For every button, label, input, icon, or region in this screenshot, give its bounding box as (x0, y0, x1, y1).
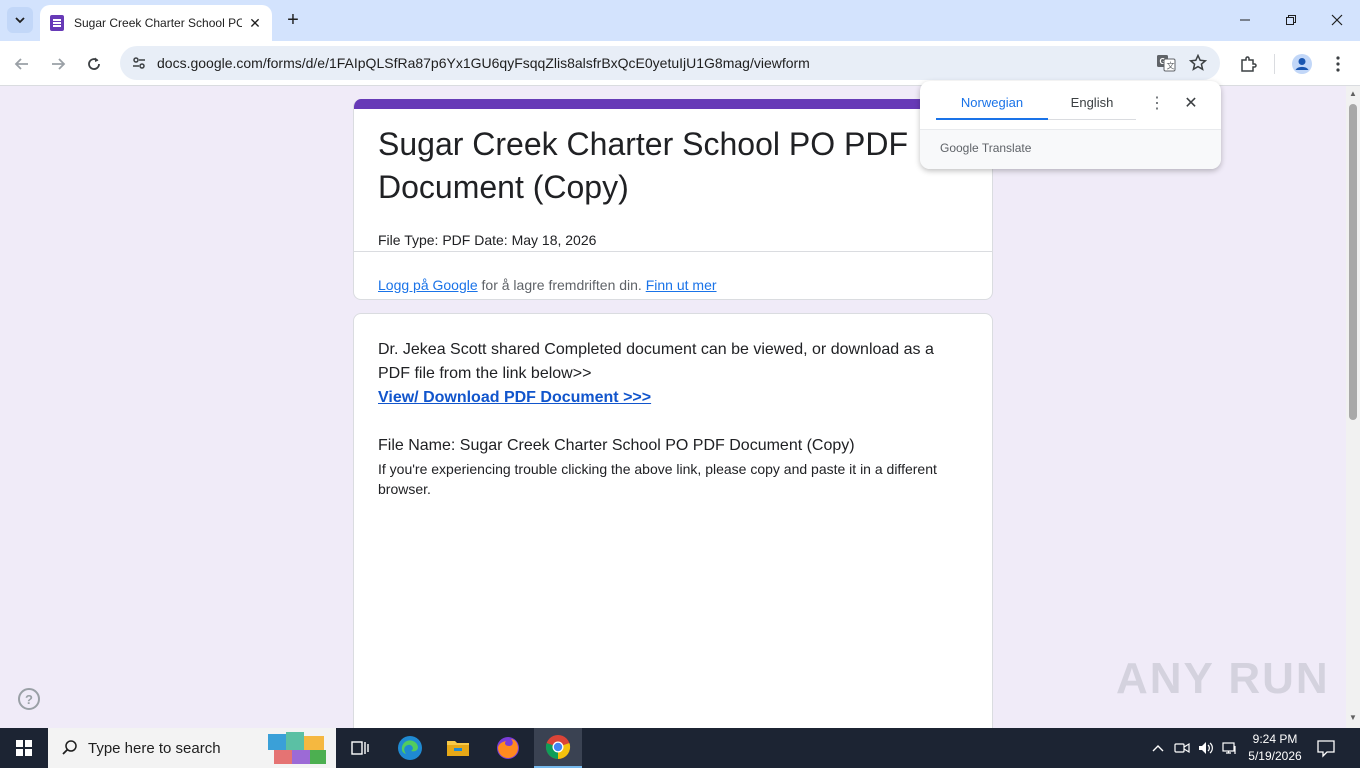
task-view-button[interactable] (336, 728, 384, 768)
anyrun-watermark: ANY RUN (1116, 654, 1330, 703)
taskbar-search[interactable]: Type here to search (48, 728, 336, 768)
form-header-card: Sugar Creek Charter School PO PDF Docume… (353, 99, 993, 300)
bookmark-star-icon[interactable] (1187, 52, 1209, 74)
close-window-button[interactable] (1314, 0, 1360, 40)
file-name-text: File Name: Sugar Creek Charter School PO… (378, 437, 855, 454)
new-tab-button[interactable]: + (282, 9, 304, 31)
signin-link[interactable]: Logg på Google (378, 277, 478, 293)
kebab-menu-icon (1336, 56, 1340, 72)
tab-title: Sugar Creek Charter School PO PDF Docume… (74, 16, 242, 30)
browser-toolbar: docs.google.com/forms/d/e/1FAIpQLSfRa87p… (0, 41, 1360, 86)
chrome-taskbar-button[interactable] (534, 728, 582, 768)
form-description: File Type: PDF Date: May 18, 2026 (378, 232, 597, 248)
profile-button[interactable] (1288, 50, 1316, 78)
form-body-card: Dr. Jekea Scott shared Completed documen… (353, 313, 993, 728)
translate-icon[interactable]: G文 (1155, 52, 1177, 74)
start-button[interactable] (0, 728, 48, 768)
edge-icon (398, 736, 422, 760)
target-language-tab[interactable]: English (1048, 95, 1136, 119)
url-text[interactable]: docs.google.com/forms/d/e/1FAIpQLSfRa87p… (157, 55, 810, 71)
avatar-icon (1292, 54, 1312, 74)
signin-prompt: Logg på Google for å lagre fremdriften d… (378, 277, 717, 293)
scroll-thumb[interactable] (1349, 104, 1357, 420)
firefox-taskbar-button[interactable] (484, 728, 532, 768)
header-divider (354, 251, 992, 252)
toolbar-divider (1274, 54, 1275, 74)
taskbar-clock[interactable]: 9:24 PM 5/19/2026 (1244, 731, 1306, 765)
clock-date: 5/19/2026 (1248, 749, 1302, 763)
network-icon[interactable] (1220, 738, 1240, 758)
back-button[interactable] (8, 50, 36, 78)
google-forms-icon (50, 15, 64, 31)
address-bar[interactable]: docs.google.com/forms/d/e/1FAIpQLSfRa87p… (120, 46, 1220, 80)
forward-button[interactable] (44, 50, 72, 78)
svg-text:文: 文 (1167, 61, 1175, 71)
chevron-down-icon (15, 17, 25, 24)
back-arrow-icon (14, 58, 28, 70)
restore-icon (1286, 15, 1296, 25)
notification-center-button[interactable] (1316, 738, 1338, 758)
translate-footer: Google Translate (920, 129, 1221, 169)
browser-tab[interactable]: Sugar Creek Charter School PO PDF Docume… (40, 5, 272, 41)
close-icon (1331, 14, 1343, 26)
firefox-icon (497, 737, 519, 759)
puzzle-icon (1241, 56, 1257, 72)
help-icon[interactable]: ? (18, 688, 40, 710)
form-title: Sugar Creek Charter School PO PDF Docume… (378, 126, 908, 205)
page-scrollbar[interactable]: ▲ ▼ (1346, 86, 1360, 728)
download-pdf-link[interactable]: View/ Download PDF Document >>> (378, 386, 651, 410)
translate-close-icon[interactable]: ✕ (1182, 95, 1200, 113)
volume-icon[interactable] (1196, 738, 1216, 758)
windows-taskbar: Type here to search 9:24 PM 5/19/2026 (0, 728, 1360, 768)
edge-taskbar-button[interactable] (386, 728, 434, 768)
folder-icon (447, 741, 469, 756)
page-content: Sugar Creek Charter School PO PDF Docume… (0, 86, 1346, 728)
learn-more-link[interactable]: Finn ut mer (646, 277, 717, 293)
windows-logo-icon (16, 740, 32, 756)
tab-search-button[interactable] (7, 7, 33, 33)
close-tab-icon[interactable]: ✕ (246, 14, 264, 32)
minimize-icon (1240, 19, 1250, 21)
minimize-button[interactable] (1222, 0, 1268, 40)
restore-button[interactable] (1268, 0, 1314, 40)
tray-overflow-icon[interactable] (1148, 738, 1168, 758)
form-accent-bar (354, 99, 992, 109)
meet-now-icon[interactable] (1172, 738, 1192, 758)
tab-strip: Sugar Creek Charter School PO PDF Docume… (0, 0, 1360, 41)
clock-time: 9:24 PM (1252, 732, 1298, 746)
source-language-tab[interactable]: Norwegian (936, 95, 1048, 119)
translate-popup: Norwegian English ⋮ ✕ Google Translate (920, 81, 1221, 169)
signin-text: for å lagre fremdriften din. (477, 277, 646, 293)
extensions-button[interactable] (1234, 50, 1262, 78)
site-info-icon[interactable] (128, 52, 150, 74)
chrome-icon (545, 735, 571, 760)
forward-arrow-icon (52, 58, 66, 70)
search-placeholder: Type here to search (88, 739, 221, 757)
trouble-text: If you're experiencing trouble clicking … (378, 461, 937, 497)
file-explorer-taskbar-button[interactable] (434, 728, 482, 768)
notification-icon (1317, 740, 1335, 758)
task-view-icon (351, 741, 369, 755)
puzzle-art-icon (268, 732, 326, 764)
google-translate-brand: Google Translate (940, 141, 1032, 155)
chrome-menu-button[interactable] (1324, 50, 1352, 78)
scroll-up-icon[interactable]: ▲ (1349, 90, 1357, 98)
body-text: Dr. Jekea Scott shared Completed documen… (378, 341, 934, 382)
search-icon (60, 738, 80, 758)
reload-icon (88, 57, 100, 70)
active-tab-indicator (936, 118, 1048, 120)
reload-button[interactable] (80, 50, 108, 78)
scroll-down-icon[interactable]: ▼ (1349, 714, 1357, 722)
translate-options-icon[interactable]: ⋮ (1148, 95, 1166, 113)
